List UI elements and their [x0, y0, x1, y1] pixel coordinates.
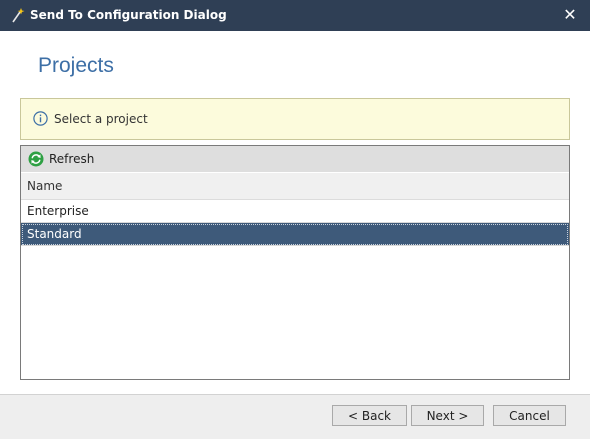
row-name: Enterprise	[27, 204, 89, 218]
magic-wand-icon	[12, 8, 25, 23]
projects-list: Refresh Name Enterprise Standard	[20, 145, 570, 380]
info-circle-icon	[33, 111, 48, 126]
info-message: Select a project	[54, 112, 148, 126]
info-banner: Select a project	[20, 98, 570, 140]
window-title: Send To Configuration Dialog	[30, 8, 227, 22]
refresh-label: Refresh	[49, 152, 95, 166]
column-header-label: Name	[27, 179, 63, 193]
dialog-footer: < Back Next > Cancel	[0, 394, 590, 439]
refresh-icon	[28, 151, 44, 167]
title-bar: Send To Configuration Dialog ✕	[0, 0, 590, 31]
column-header-name[interactable]: Name	[21, 173, 569, 200]
table-row[interactable]: Enterprise	[21, 200, 569, 223]
refresh-button[interactable]: Refresh	[28, 150, 94, 168]
close-icon[interactable]: ✕	[559, 5, 581, 25]
page-title: Projects	[38, 54, 114, 77]
cancel-button[interactable]: Cancel	[493, 405, 566, 426]
next-button[interactable]: Next >	[411, 405, 484, 426]
row-name: Standard	[27, 227, 82, 241]
back-button[interactable]: < Back	[332, 405, 407, 426]
list-toolbar: Refresh	[21, 146, 569, 172]
table-row[interactable]: Standard	[21, 223, 569, 246]
